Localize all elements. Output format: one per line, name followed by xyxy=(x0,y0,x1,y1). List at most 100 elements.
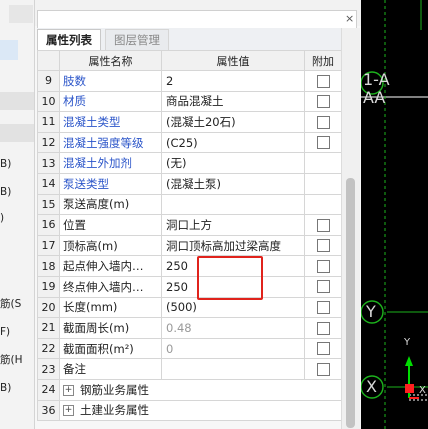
panel-top-box xyxy=(37,10,357,29)
property-name: 顶标高(m) xyxy=(59,234,162,257)
property-value[interactable]: 0 xyxy=(161,337,305,360)
attach-checkbox[interactable] xyxy=(316,95,330,109)
table-row[interactable]: 24 + 钢筋业务属性 xyxy=(37,378,342,401)
group-row-label[interactable]: + 钢筋业务属性 xyxy=(59,378,342,401)
property-value[interactable] xyxy=(161,358,305,380)
property-value[interactable]: (无) xyxy=(161,152,305,174)
highlight-box xyxy=(197,256,263,300)
attach-checkbox[interactable] xyxy=(316,74,330,88)
attach-cell xyxy=(304,152,342,174)
property-value[interactable]: (C25) xyxy=(161,131,305,154)
row-number: 11 xyxy=(37,111,60,133)
property-table: 属性名称 属性值 附加 9 肢数 2 10 材质 商品混凝土 11 混凝土类型 (混凝土20石)… xyxy=(37,50,342,422)
left-strip-bar xyxy=(9,5,33,23)
property-name: 混凝土外加剂 xyxy=(59,152,162,174)
left-strip-bar xyxy=(0,124,34,142)
property-name: 肢数 xyxy=(59,70,162,92)
row-number: 23 xyxy=(37,358,60,380)
table-row[interactable]: 20 长度(mm) (500) xyxy=(37,296,342,319)
property-value[interactable]: 0.48 xyxy=(161,317,305,339)
table-row[interactable]: 16 位置 洞口上方 xyxy=(37,214,342,236)
table-row[interactable]: 15 泵送高度(m) xyxy=(37,193,342,216)
attach-checkbox[interactable] xyxy=(316,301,330,315)
table-row[interactable]: 18 起点伸入墙内… 250 xyxy=(37,255,342,277)
scrollbar-thumb[interactable] xyxy=(346,178,355,428)
tab-property-list[interactable]: 属性列表 xyxy=(37,29,101,50)
table-row[interactable]: 17 顶标高(m) 洞口顶标高加过梁高度 xyxy=(37,234,342,257)
attach-checkbox[interactable] xyxy=(316,342,330,356)
attach-checkbox[interactable] xyxy=(316,321,330,335)
left-sidebar-strip: B) B) ) 筋(S F) 筋(H B) xyxy=(0,0,35,429)
table-row[interactable]: 10 材质 商品混凝土 xyxy=(37,90,342,113)
vertical-scrollbar[interactable] xyxy=(341,28,360,429)
attach-cell xyxy=(304,337,342,360)
close-icon[interactable]: × xyxy=(345,12,354,25)
table-row[interactable]: 13 混凝土外加剂 (无) xyxy=(37,152,342,174)
attach-cell xyxy=(304,275,342,298)
property-value[interactable]: 2 xyxy=(161,70,305,92)
property-name: 长度(mm) xyxy=(59,296,162,319)
axis-label: X xyxy=(366,377,377,396)
table-row[interactable]: 14 泵送类型 (混凝土泵) xyxy=(37,172,342,195)
attach-cell xyxy=(304,296,342,319)
table-row[interactable]: 12 混凝土强度等级 (C25) xyxy=(37,131,342,154)
table-row[interactable]: 22 截面面积(m²) 0 xyxy=(37,337,342,360)
attach-checkbox[interactable] xyxy=(316,136,330,150)
attach-cell xyxy=(304,234,342,257)
attach-cell xyxy=(304,255,342,277)
ucs-origin xyxy=(405,384,414,393)
table-row[interactable]: 9 肢数 2 xyxy=(37,70,342,92)
property-name: 终点伸入墙内… xyxy=(59,275,162,298)
panel-top-area xyxy=(35,0,361,29)
property-name: 起点伸入墙内… xyxy=(59,255,162,277)
attach-checkbox[interactable] xyxy=(316,218,330,232)
tab-layer-management[interactable]: 图层管理 xyxy=(105,29,169,50)
row-number: 21 xyxy=(37,317,60,339)
header-index xyxy=(37,50,60,71)
attach-cell xyxy=(304,111,342,133)
header-property-value: 属性值 xyxy=(161,50,305,71)
axis-label: Y xyxy=(366,302,376,321)
expand-plus-icon[interactable]: + xyxy=(63,405,74,417)
left-strip-selected-item[interactable] xyxy=(0,40,18,60)
left-strip-item[interactable]: ) xyxy=(0,212,4,224)
property-value[interactable]: (500) xyxy=(161,296,305,319)
attach-checkbox[interactable] xyxy=(316,259,330,273)
row-number: 24 xyxy=(37,378,60,401)
attach-checkbox[interactable] xyxy=(316,280,330,294)
row-number: 22 xyxy=(37,337,60,360)
left-strip-item[interactable]: B) xyxy=(0,186,11,198)
property-value[interactable] xyxy=(161,193,305,216)
left-strip-item[interactable]: 筋(H xyxy=(0,352,23,367)
expand-plus-icon[interactable]: + xyxy=(63,384,74,396)
left-strip-item[interactable]: B) xyxy=(0,382,11,394)
property-name: 泵送类型 xyxy=(59,172,162,195)
attach-checkbox[interactable] xyxy=(316,362,330,376)
property-value[interactable]: 洞口顶标高加过梁高度 xyxy=(161,234,305,257)
property-value[interactable]: (混凝土泵) xyxy=(161,172,305,195)
property-value[interactable]: (混凝土20石) xyxy=(161,111,305,133)
property-name: 材质 xyxy=(59,90,162,113)
header-attach: 附加 xyxy=(304,50,342,71)
table-row[interactable]: 19 终点伸入墙内… 250 xyxy=(37,275,342,298)
property-value[interactable]: 洞口上方 xyxy=(161,214,305,236)
attach-cell xyxy=(304,317,342,339)
left-strip-item[interactable]: B) xyxy=(0,158,11,170)
row-number: 12 xyxy=(37,131,60,154)
group-name: 钢筋业务属性 xyxy=(80,382,149,397)
row-number: 9 xyxy=(37,70,60,92)
tab-bar: 属性列表 图层管理 xyxy=(37,28,360,50)
left-strip-item[interactable]: 筋(S xyxy=(0,296,21,311)
table-row[interactable]: 36 + 土建业务属性 xyxy=(37,399,342,422)
table-row[interactable]: 23 备注 xyxy=(37,358,342,380)
attach-checkbox[interactable] xyxy=(316,115,330,129)
table-row[interactable]: 21 截面周长(m) 0.48 xyxy=(37,317,342,339)
left-strip-item[interactable]: F) xyxy=(0,326,10,338)
ucs-y-arrow xyxy=(405,356,413,366)
table-row[interactable]: 11 混凝土类型 (混凝土20石) xyxy=(37,111,342,133)
property-value[interactable]: 商品混凝土 xyxy=(161,90,305,113)
cad-canvas[interactable]: 1-A AA Y X Y X xyxy=(361,0,428,429)
attach-checkbox[interactable] xyxy=(316,239,330,253)
cad-drawing xyxy=(361,0,428,429)
group-row-label[interactable]: + 土建业务属性 xyxy=(59,399,342,422)
